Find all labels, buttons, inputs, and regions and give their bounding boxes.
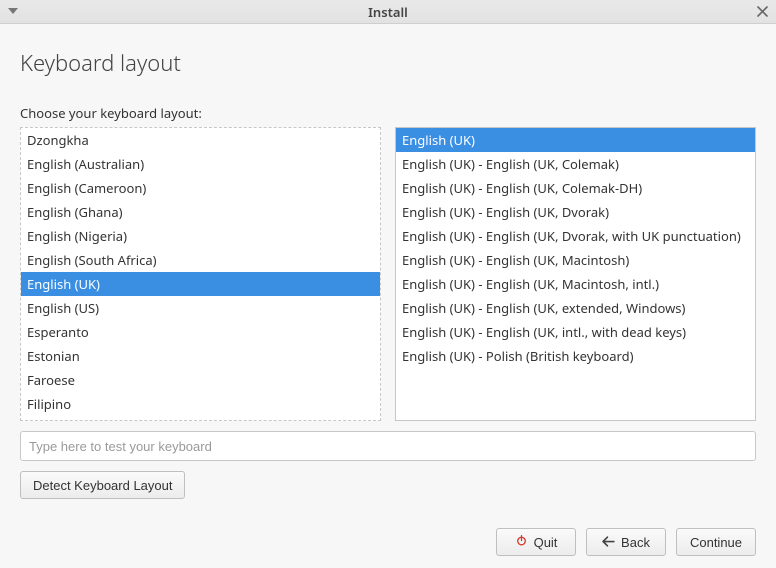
- layout-language-item[interactable]: Esperanto: [21, 320, 380, 344]
- quit-button[interactable]: Quit: [496, 528, 576, 556]
- layout-language-item[interactable]: English (Cameroon): [21, 176, 380, 200]
- back-button-label: Back: [621, 535, 650, 550]
- layout-variant-item[interactable]: English (UK) - English (UK, intl., with …: [396, 320, 755, 344]
- layout-variant-item[interactable]: English (UK) - English (UK, Dvorak, with…: [396, 224, 755, 248]
- quit-button-label: Quit: [534, 535, 558, 550]
- continue-button-label: Continue: [690, 535, 742, 550]
- layout-language-item[interactable]: Dzongkha: [21, 128, 380, 152]
- layout-language-item[interactable]: English (Nigeria): [21, 224, 380, 248]
- power-icon: [515, 534, 528, 550]
- choose-layout-label: Choose your keyboard layout:: [20, 104, 756, 122]
- layout-variant-item[interactable]: English (UK) - English (UK, Colemak-DH): [396, 176, 755, 200]
- layout-variant-item[interactable]: English (UK) - English (UK, Dvorak): [396, 200, 755, 224]
- layout-variant-item[interactable]: English (UK) - English (UK, Macintosh, i…: [396, 272, 755, 296]
- layout-variant-item[interactable]: English (UK) - English (UK, extended, Wi…: [396, 296, 755, 320]
- layout-variant-item[interactable]: English (UK) - English (UK, Macintosh): [396, 248, 755, 272]
- layout-variant-item[interactable]: English (UK): [396, 128, 755, 152]
- layout-language-item[interactable]: English (UK): [21, 272, 380, 296]
- layout-lists: DzongkhaEnglish (Australian)English (Cam…: [20, 127, 756, 421]
- window-title: Install: [368, 3, 408, 21]
- window-menu-dropdown-icon[interactable]: [6, 4, 20, 18]
- back-arrow-icon: [602, 535, 615, 550]
- detect-keyboard-layout-button[interactable]: Detect Keyboard Layout: [20, 471, 185, 499]
- layout-language-list[interactable]: DzongkhaEnglish (Australian)English (Cam…: [20, 127, 381, 421]
- layout-language-item[interactable]: Faroese: [21, 368, 380, 392]
- titlebar: Install: [0, 0, 776, 24]
- footer-buttons: Quit Back Continue: [20, 514, 756, 556]
- layout-language-item[interactable]: Finnish: [21, 416, 380, 421]
- detect-row: Detect Keyboard Layout: [20, 471, 756, 499]
- keyboard-test-input[interactable]: [20, 431, 756, 461]
- back-button[interactable]: Back: [586, 528, 666, 556]
- layout-language-item[interactable]: English (South Africa): [21, 248, 380, 272]
- layout-language-item[interactable]: English (Australian): [21, 152, 380, 176]
- content-area: Keyboard layout Choose your keyboard lay…: [0, 24, 776, 568]
- layout-language-item[interactable]: Filipino: [21, 392, 380, 416]
- layout-variant-list[interactable]: English (UK)English (UK) - English (UK, …: [395, 127, 756, 421]
- layout-language-item[interactable]: English (Ghana): [21, 200, 380, 224]
- page-title: Keyboard layout: [20, 48, 756, 78]
- layout-language-item[interactable]: Estonian: [21, 344, 380, 368]
- detect-button-label: Detect Keyboard Layout: [33, 478, 172, 493]
- close-icon[interactable]: [754, 3, 770, 19]
- layout-language-item[interactable]: English (US): [21, 296, 380, 320]
- layout-variant-item[interactable]: English (UK) - English (UK, Colemak): [396, 152, 755, 176]
- layout-variant-item[interactable]: English (UK) - Polish (British keyboard): [396, 344, 755, 368]
- continue-button[interactable]: Continue: [676, 528, 756, 556]
